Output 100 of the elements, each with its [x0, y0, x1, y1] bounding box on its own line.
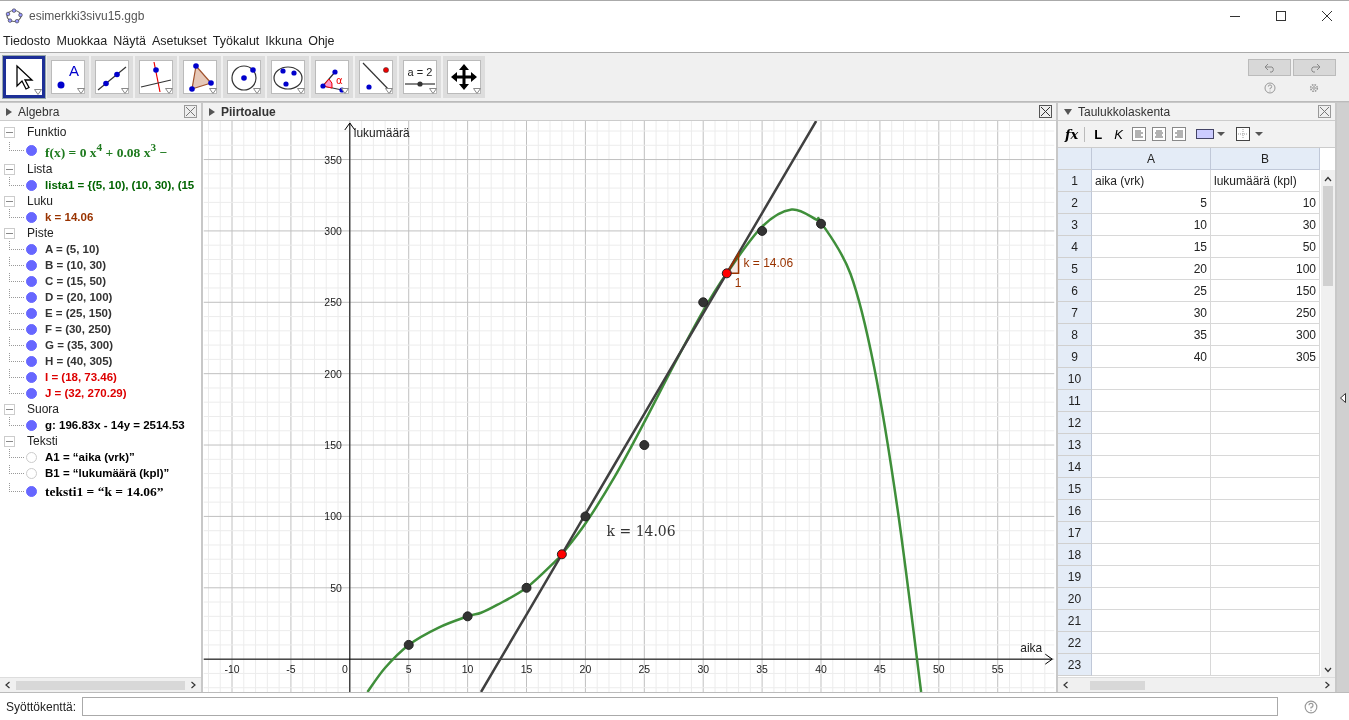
table-cell[interactable]: 305 [1211, 346, 1320, 368]
scroll-right-icon[interactable] [1323, 681, 1331, 689]
algebra-entry[interactable]: B = (10, 30) [45, 259, 107, 271]
visibility-dot[interactable] [26, 486, 37, 497]
table-cell[interactable]: 5 [1092, 192, 1211, 214]
table-cell[interactable] [1211, 654, 1320, 676]
row-header[interactable]: 16 [1058, 500, 1092, 522]
table-cell[interactable]: 10 [1211, 192, 1320, 214]
collapse-toggle[interactable] [4, 227, 15, 239]
table-cell[interactable] [1211, 434, 1320, 456]
algebra-entry[interactable]: teksti1 = “k = 14.06” [45, 483, 164, 500]
collapse-toggle[interactable] [4, 126, 15, 138]
italic-button[interactable]: K [1111, 126, 1126, 142]
scroll-thumb[interactable] [1090, 680, 1145, 690]
table-cell[interactable] [1092, 434, 1211, 456]
table-cell[interactable] [1092, 500, 1211, 522]
table-cell[interactable]: 100 [1211, 258, 1320, 280]
algebra-entry[interactable]: k = 14.06 [45, 211, 94, 223]
data-point[interactable] [580, 511, 591, 522]
menu-item[interactable]: Ohje [308, 34, 335, 49]
table-cell[interactable]: 150 [1211, 280, 1320, 302]
row-header[interactable]: 4 [1058, 236, 1092, 258]
scroll-down-icon[interactable] [1324, 667, 1332, 673]
table-cell[interactable] [1211, 500, 1320, 522]
row-header[interactable]: 19 [1058, 566, 1092, 588]
align-center-icon[interactable] [1151, 127, 1166, 141]
vertical-scrollbar[interactable] [1321, 170, 1335, 677]
table-cell[interactable]: 30 [1092, 302, 1211, 324]
table-cell[interactable] [1211, 544, 1320, 566]
table-cell[interactable]: 20 [1092, 258, 1211, 280]
visibility-dot[interactable] [26, 307, 37, 319]
algebra-entry[interactable]: lista1 = {(5, 10), (10, 30), (15 [45, 179, 195, 191]
data-point[interactable] [403, 639, 414, 650]
table-cell[interactable] [1211, 566, 1320, 588]
settings-icon[interactable] [1308, 82, 1320, 95]
scroll-right-icon[interactable] [189, 681, 197, 689]
table-cell[interactable] [1092, 412, 1211, 434]
row-header[interactable]: 18 [1058, 544, 1092, 566]
undo-button[interactable] [1248, 59, 1291, 77]
data-point[interactable] [556, 549, 567, 560]
maximize-icon[interactable] [1275, 9, 1287, 22]
border-icon[interactable] [1235, 127, 1264, 141]
input-field[interactable] [82, 697, 1279, 716]
column-header[interactable]: A [1092, 148, 1211, 170]
row-header[interactable]: 8 [1058, 324, 1092, 346]
algebra-entry[interactable]: B1 = “lukumäärä (kpl)” [45, 467, 170, 479]
close-icon[interactable] [1321, 9, 1333, 22]
table-cell[interactable]: lukumäärä (kpl) [1211, 170, 1320, 192]
table-cell[interactable]: aika (vrk) [1092, 170, 1211, 192]
slope-text[interactable]: k = 14.06 [606, 523, 676, 540]
visibility-dot[interactable] [26, 355, 37, 367]
help-icon[interactable] [1264, 82, 1276, 95]
table-cell[interactable] [1211, 368, 1320, 390]
table-cell[interactable] [1092, 478, 1211, 500]
visibility-dot[interactable] [26, 419, 37, 431]
table-cell[interactable] [1211, 412, 1320, 434]
data-point[interactable] [757, 225, 768, 236]
scroll-thumb[interactable] [1323, 186, 1333, 286]
collapse-toggle[interactable] [4, 435, 15, 447]
column-header[interactable]: B [1211, 148, 1320, 170]
horizontal-scrollbar[interactable] [1058, 677, 1335, 692]
algebra-entry[interactable]: E = (25, 150) [45, 307, 112, 319]
row-header[interactable]: 2 [1058, 192, 1092, 214]
visibility-dot[interactable] [26, 259, 37, 271]
visibility-dot[interactable] [26, 145, 37, 156]
bold-button[interactable]: L [1091, 126, 1106, 142]
algebra-entry[interactable]: F = (30, 250) [45, 323, 112, 335]
algebra-entry[interactable]: I = (18, 73.46) [45, 371, 117, 383]
table-cell[interactable] [1092, 588, 1211, 610]
row-header[interactable]: 12 [1058, 412, 1092, 434]
algebra-entry[interactable]: A1 = “aika (vrk)” [45, 451, 135, 463]
row-header[interactable]: 7 [1058, 302, 1092, 324]
fill-color-icon[interactable] [1195, 128, 1226, 140]
tool-button[interactable] [3, 55, 45, 98]
table-cell[interactable] [1211, 390, 1320, 412]
table-cell[interactable] [1211, 610, 1320, 632]
scroll-thumb[interactable] [16, 680, 185, 690]
scroll-up-icon[interactable] [1324, 176, 1332, 182]
collapse-arrow-icon[interactable] [209, 107, 215, 116]
scroll-left-icon[interactable] [4, 681, 12, 689]
menu-item[interactable]: Ikkuna [265, 34, 303, 49]
visibility-dot[interactable] [26, 275, 37, 287]
row-header[interactable]: 9 [1058, 346, 1092, 368]
row-header[interactable]: 1 [1058, 170, 1092, 192]
algebra-entry[interactable]: J = (32, 270.29) [45, 387, 127, 399]
table-cell[interactable]: 40 [1092, 346, 1211, 368]
collapse-toggle[interactable] [4, 163, 15, 175]
align-left-icon[interactable] [1131, 127, 1146, 141]
collapse-toggle[interactable] [4, 403, 15, 415]
row-header[interactable]: 22 [1058, 632, 1092, 654]
row-header[interactable]: 15 [1058, 478, 1092, 500]
data-point[interactable] [698, 297, 709, 308]
visibility-dot[interactable] [26, 243, 37, 255]
visibility-dot[interactable] [26, 387, 37, 399]
table-cell[interactable] [1211, 456, 1320, 478]
table-cell[interactable] [1092, 654, 1211, 676]
data-point[interactable] [462, 611, 473, 622]
help-icon[interactable] [1304, 699, 1319, 714]
visibility-dot[interactable] [26, 323, 37, 335]
table-cell[interactable]: 25 [1092, 280, 1211, 302]
